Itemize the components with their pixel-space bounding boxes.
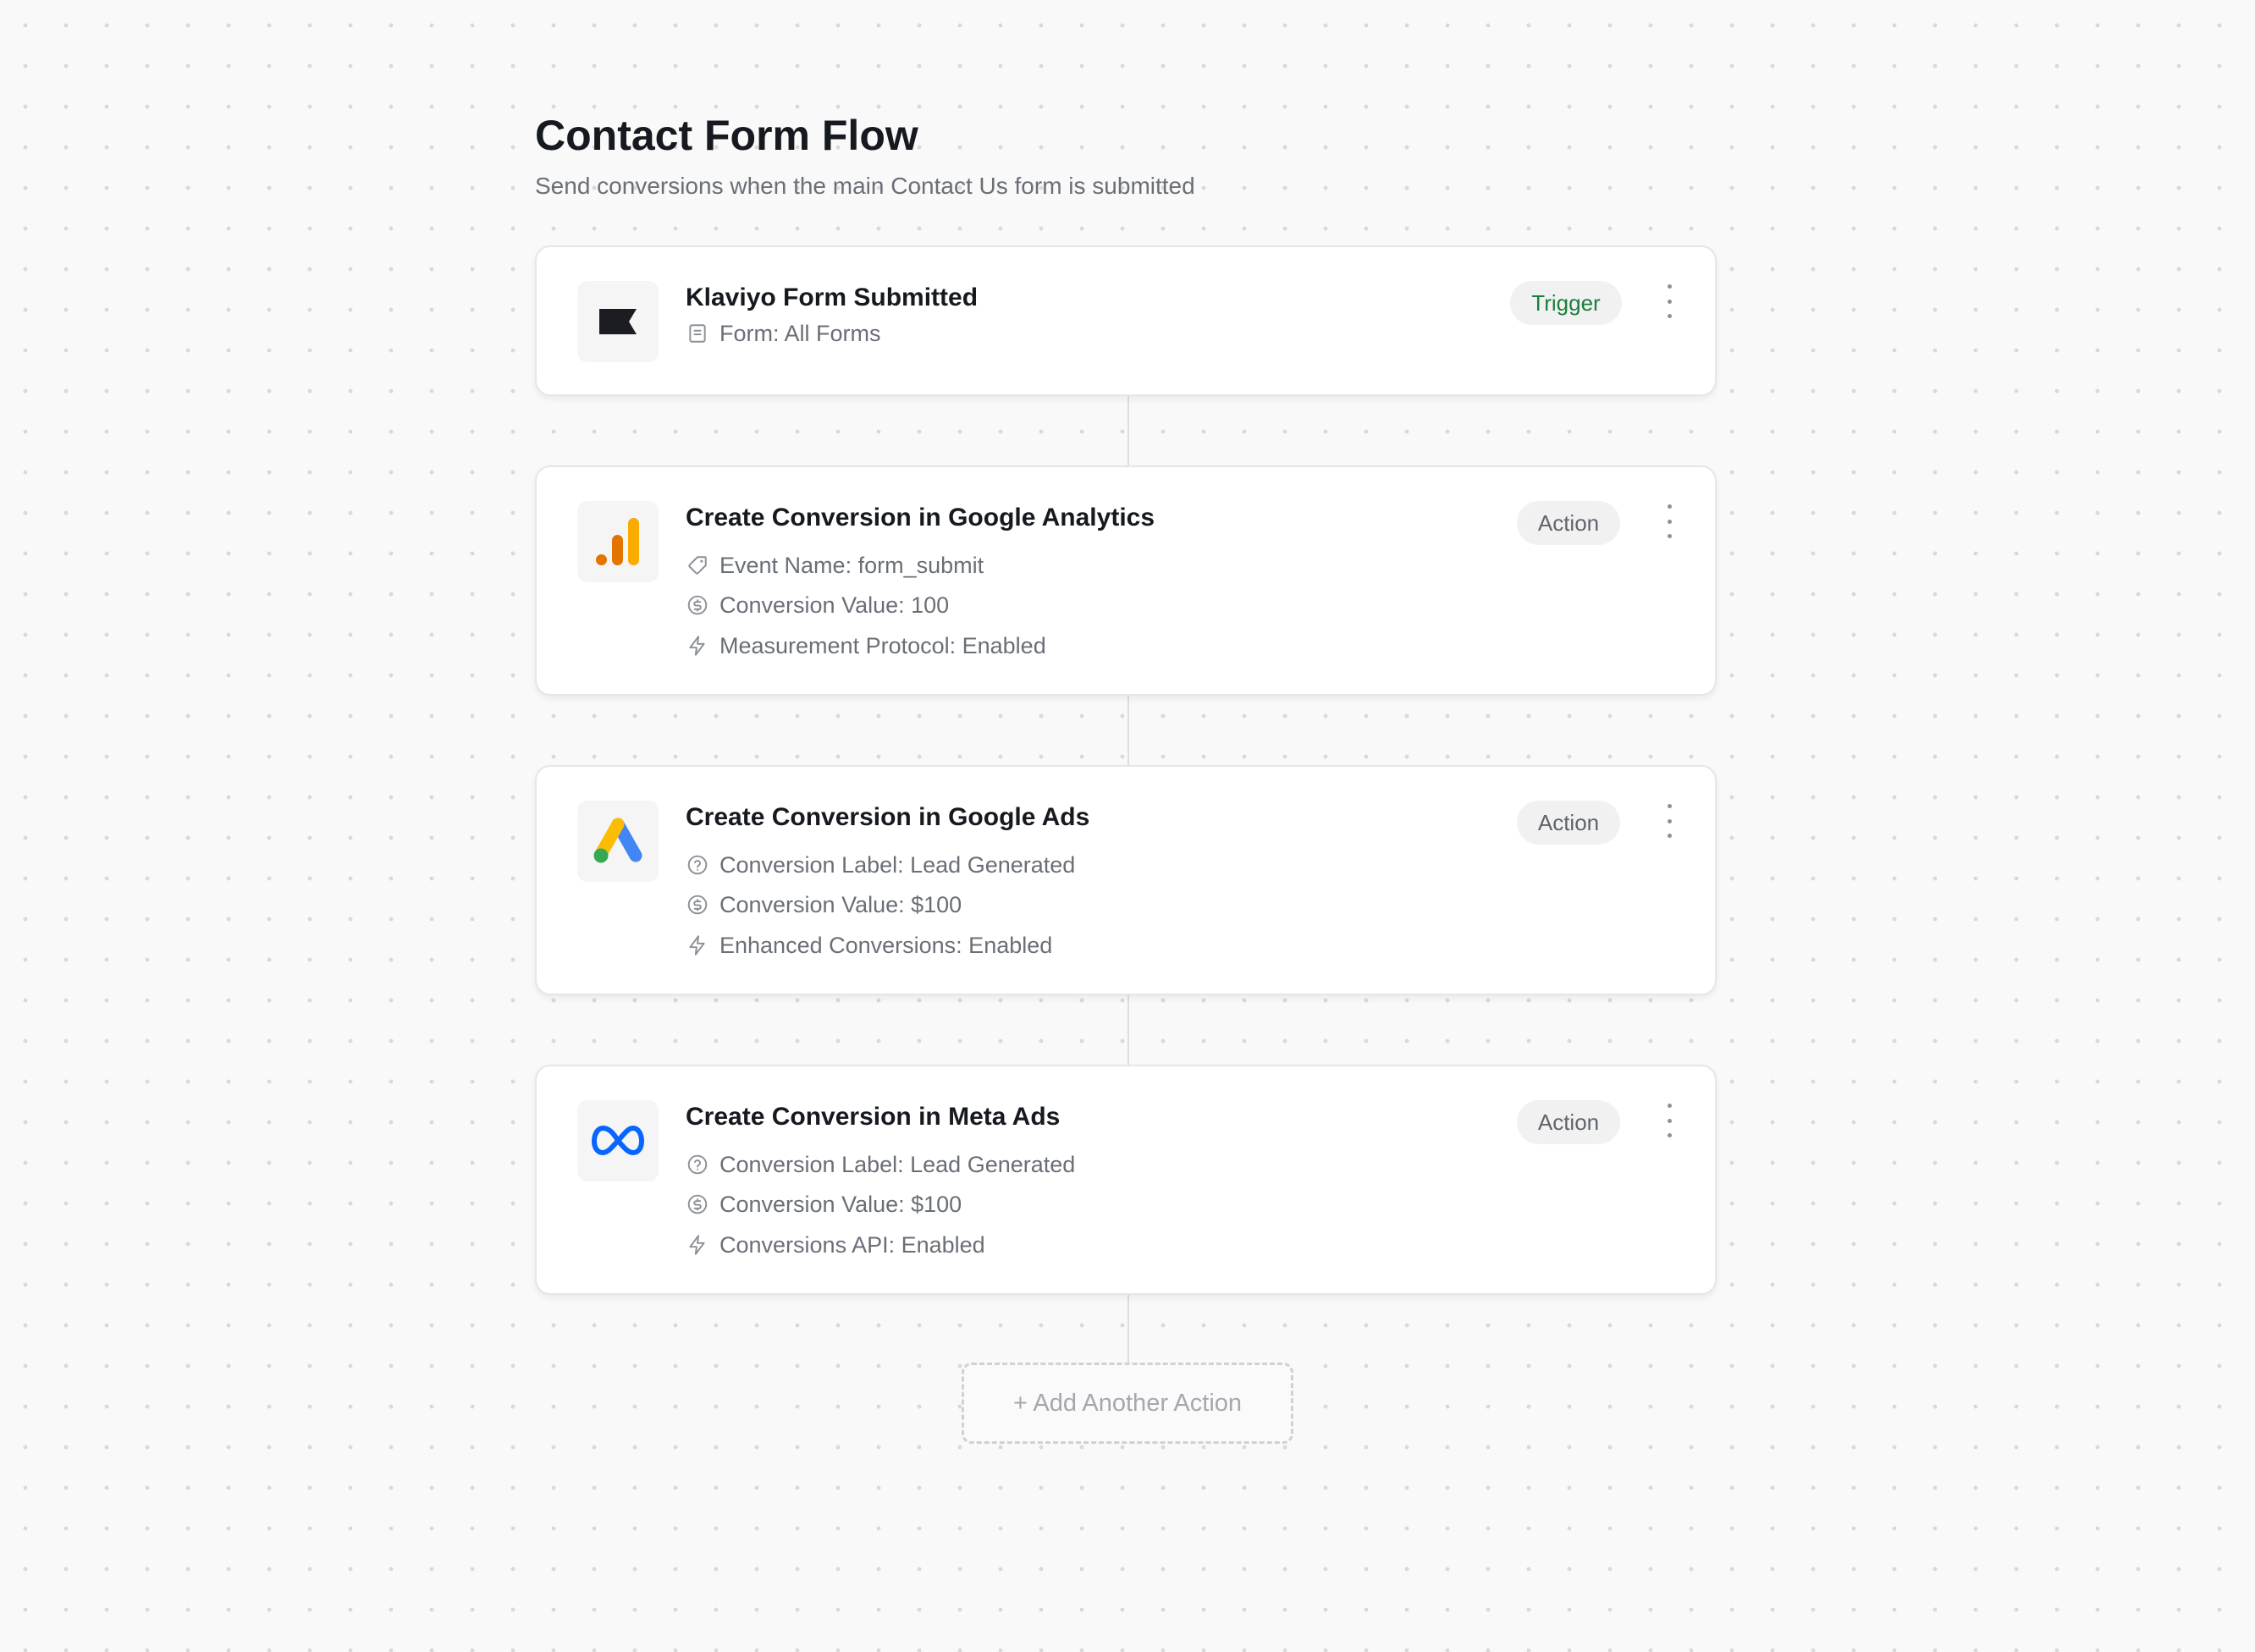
connector-line <box>1128 696 1129 765</box>
detail-text: Conversion Label: Lead Generated <box>720 1151 1076 1177</box>
detail-text: Event Name: form_submit <box>720 552 984 578</box>
detail-row: Enhanced Conversions: Enabled <box>686 930 1052 961</box>
step-title: Klaviyo Form Submitted <box>686 284 979 311</box>
detail-row: Conversion Label: Lead Generated <box>686 1149 1075 1180</box>
connector-line <box>1128 1295 1129 1363</box>
google-analytics-logo-icon <box>577 501 659 582</box>
question-icon <box>686 1153 709 1176</box>
dollar-icon <box>686 593 709 617</box>
add-action-button[interactable]: + Add Another Action <box>962 1363 1293 1444</box>
more-options-icon[interactable] <box>1662 504 1676 538</box>
detail-text: Conversion Label: Lead Generated <box>720 851 1076 878</box>
page-title: Contact Form Flow <box>535 112 918 159</box>
step-title: Create Conversion in Google Analytics <box>686 504 1155 531</box>
page-subtitle: Send conversions when the main Contact U… <box>535 173 1195 199</box>
detail-text: Form: All Forms <box>720 320 881 346</box>
bolt-icon <box>686 634 709 658</box>
connector-line <box>1128 396 1129 465</box>
more-options-icon[interactable] <box>1662 1104 1676 1137</box>
question-icon <box>686 853 709 877</box>
bolt-icon <box>686 933 709 957</box>
step-title: Create Conversion in Google Ads <box>686 803 1090 831</box>
action-badge: Action <box>1517 501 1620 545</box>
google-ads-logo-icon <box>577 801 659 882</box>
meta-logo-icon <box>577 1100 659 1181</box>
detail-text: Conversions API: Enabled <box>720 1231 985 1258</box>
bolt-icon <box>686 1233 709 1257</box>
dollar-icon <box>686 1192 709 1216</box>
detail-row: Event Name: form_submit <box>686 550 984 581</box>
detail-row: Conversion Value: 100 <box>686 590 949 620</box>
tag-icon <box>686 553 709 577</box>
detail-text: Conversion Value: $100 <box>720 891 962 917</box>
form-icon <box>686 322 709 345</box>
detail-text: Enhanced Conversions: Enabled <box>720 932 1053 958</box>
detail-text: Conversion Value: 100 <box>720 592 950 618</box>
more-options-icon[interactable] <box>1662 284 1676 318</box>
step-title: Create Conversion in Meta Ads <box>686 1103 1061 1131</box>
action-badge: Action <box>1517 1100 1620 1144</box>
action-card[interactable]: Create Conversion in Google Analytics Ev… <box>535 465 1717 696</box>
connector-line <box>1128 995 1129 1065</box>
trigger-badge: Trigger <box>1510 281 1622 325</box>
detail-row: Conversions API: Enabled <box>686 1230 985 1260</box>
detail-row: Form: All Forms <box>686 318 881 349</box>
action-card[interactable]: Create Conversion in Google Ads Conversi… <box>535 765 1717 995</box>
dollar-icon <box>686 893 709 917</box>
detail-row: Conversion Value: $100 <box>686 1189 962 1220</box>
detail-text: Conversion Value: $100 <box>720 1191 962 1217</box>
detail-row: Conversion Value: $100 <box>686 889 962 920</box>
detail-row: Measurement Protocol: Enabled <box>686 631 1046 661</box>
trigger-card[interactable]: Klaviyo Form Submitted Form: All Forms T… <box>535 245 1717 396</box>
action-badge: Action <box>1517 801 1620 845</box>
klaviyo-logo-icon <box>577 281 659 362</box>
detail-text: Measurement Protocol: Enabled <box>720 632 1046 658</box>
more-options-icon[interactable] <box>1662 804 1676 838</box>
action-card[interactable]: Create Conversion in Meta Ads Conversion… <box>535 1065 1717 1295</box>
detail-row: Conversion Label: Lead Generated <box>686 850 1075 880</box>
